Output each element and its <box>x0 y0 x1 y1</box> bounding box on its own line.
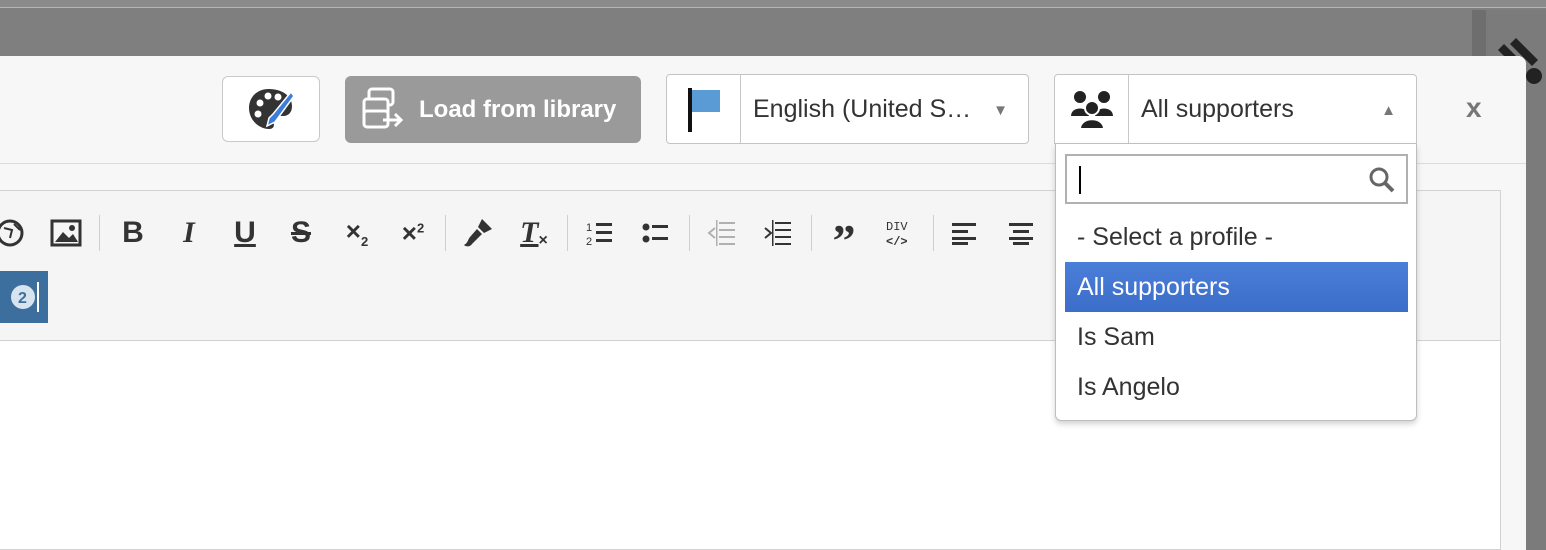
toolbar-separator <box>445 215 446 251</box>
align-left-icon[interactable] <box>948 211 982 255</box>
chevron-down-icon: ▼ <box>993 102 1008 119</box>
globe-icon[interactable] <box>0 211 26 255</box>
strikethrough-icon[interactable]: S <box>284 211 318 255</box>
profile-option[interactable]: Is Angelo <box>1065 362 1408 412</box>
svg-text:2: 2 <box>586 236 592 246</box>
search-icon <box>1369 167 1395 193</box>
indent-icon[interactable] <box>761 211 795 255</box>
profile-option[interactable]: - Select a profile - <box>1065 212 1408 262</box>
align-center-icon[interactable] <box>1004 211 1038 255</box>
placeholder-token[interactable]: 2 <box>0 271 48 323</box>
blockquote-icon[interactable]: ” <box>826 211 862 266</box>
format-painter-icon[interactable] <box>460 211 496 255</box>
flag-icon <box>667 75 741 143</box>
div-container-icon[interactable]: DIV </> <box>882 211 918 255</box>
profile-select[interactable]: All supporters ▲ <box>1054 74 1417 144</box>
svg-text:2: 2 <box>18 290 27 307</box>
svg-text:DIV: DIV <box>886 220 908 234</box>
token-icon: 2 <box>11 282 39 312</box>
profile-option-selected[interactable]: All supporters <box>1065 262 1408 312</box>
toolbar-separator <box>689 215 690 251</box>
profile-search-input[interactable] <box>1065 154 1408 204</box>
italic-icon[interactable]: I <box>172 211 206 255</box>
group-icon <box>1055 75 1129 143</box>
superscript-icon[interactable]: ×2 <box>396 211 430 255</box>
clear-format-icon[interactable]: T × <box>516 211 552 255</box>
underline-icon[interactable]: U <box>228 211 262 255</box>
toolbar-separator <box>933 215 934 251</box>
toolbar-separator <box>811 215 812 251</box>
close-button[interactable]: x <box>1466 92 1482 124</box>
ordered-list-icon[interactable]: 12 <box>584 211 616 255</box>
load-from-library-label: Load from library <box>419 95 617 123</box>
profile-option[interactable]: Is Sam <box>1065 312 1408 362</box>
outdent-icon[interactable] <box>705 211 739 255</box>
toolbar-separator <box>567 215 568 251</box>
image-icon[interactable] <box>48 211 84 255</box>
bold-icon[interactable]: B <box>116 211 150 255</box>
window-top-border <box>0 0 1546 8</box>
text-caret <box>1079 166 1081 194</box>
toolbar-separator <box>99 215 100 251</box>
library-icon <box>361 87 417 133</box>
svg-text:1: 1 <box>586 222 592 234</box>
chevron-up-icon: ▲ <box>1381 102 1396 119</box>
palette-icon <box>249 89 295 129</box>
profile-dropdown: - Select a profile - All supporters Is S… <box>1055 144 1417 421</box>
language-value: English (United S… <box>753 94 972 123</box>
svg-text:</>: </> <box>886 235 908 248</box>
bullet-list-icon[interactable] <box>640 211 672 255</box>
load-from-library-button[interactable]: Load from library <box>345 76 641 143</box>
profile-value: All supporters <box>1141 94 1294 123</box>
language-select[interactable]: English (United S… ▼ <box>666 74 1029 144</box>
subscript-icon[interactable]: ×2 <box>340 211 374 255</box>
theme-button[interactable] <box>222 76 320 142</box>
